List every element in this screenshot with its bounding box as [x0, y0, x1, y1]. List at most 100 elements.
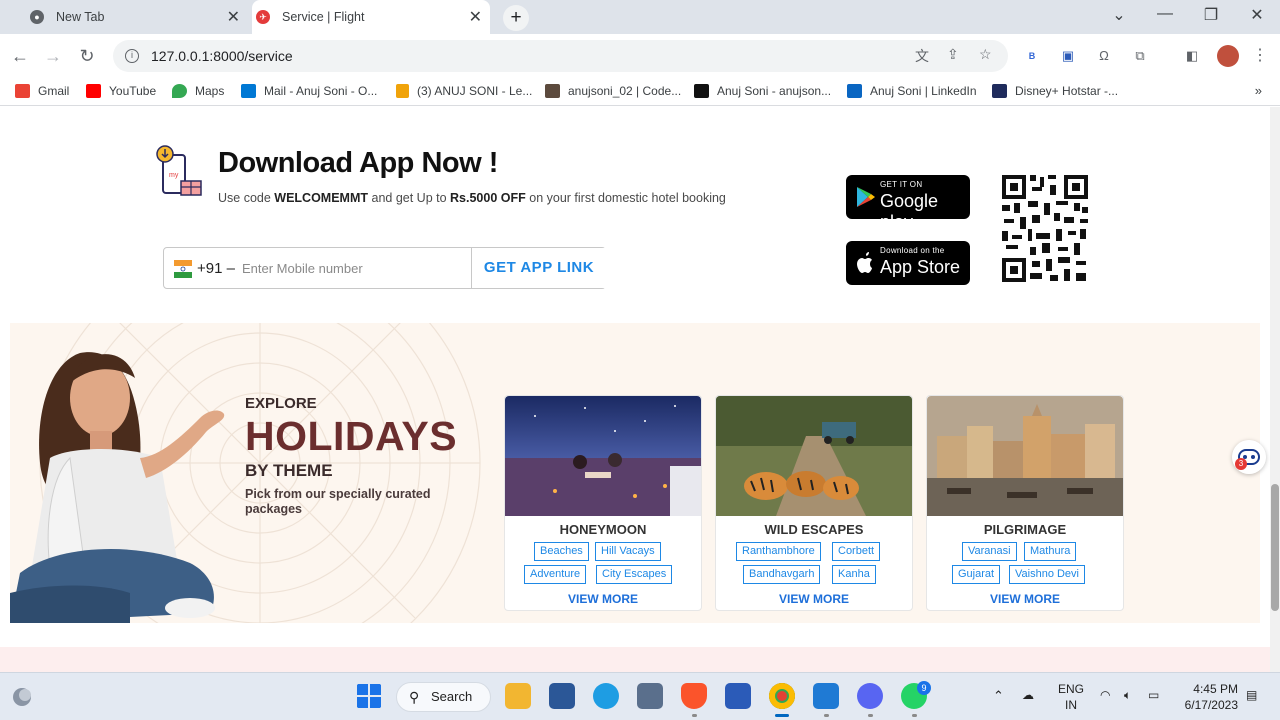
tag-chip[interactable]: Corbett	[832, 542, 881, 561]
promo-amount: Rs.5000 OFF	[450, 191, 526, 205]
weather-icon[interactable]	[10, 685, 34, 709]
extension-b-icon[interactable]: B	[1022, 46, 1042, 66]
tag-chip[interactable]: Adventure	[524, 565, 587, 584]
bookmark-codechef[interactable]: anujsoni_02 | Code...	[545, 84, 681, 98]
mobile-number-input[interactable]	[242, 254, 467, 282]
chevron-up-icon[interactable]: ⌃	[993, 688, 1004, 704]
extension-omega-icon[interactable]: Ω	[1094, 46, 1114, 66]
translate-icon[interactable]: 文	[915, 46, 929, 66]
tag-chip[interactable]: City Escapes	[596, 565, 673, 584]
store-icon[interactable]	[549, 683, 575, 709]
bookmark-linkedin[interactable]: Anuj Soni | LinkedIn	[847, 84, 977, 98]
active-app-indicator	[775, 714, 789, 717]
battery-icon[interactable]: ▭	[1148, 688, 1159, 702]
tag-chip[interactable]: Vaishno Devi	[1009, 565, 1085, 584]
holiday-card-honeymoon[interactable]: HONEYMOON Beaches Hill Vacays Adventure …	[504, 395, 702, 611]
bookmark-outlook[interactable]: Mail - Anuj Soni - O...	[241, 84, 377, 98]
new-tab-button[interactable]: +	[503, 5, 529, 31]
view-more-link[interactable]: VIEW MORE	[927, 592, 1123, 606]
maps-icon	[172, 84, 187, 98]
bookmark-hotstar[interactable]: Disney+ Hotstar -...	[992, 84, 1118, 98]
vscode-icon[interactable]	[813, 683, 839, 709]
woman-pointing-image	[10, 352, 225, 623]
puzzle-icon[interactable]: ⧉	[1130, 46, 1150, 66]
mail-icon[interactable]	[637, 683, 663, 709]
tag-chip[interactable]: Kanha	[832, 565, 876, 584]
bookmarks-overflow-icon[interactable]: »	[1255, 83, 1262, 98]
chat-notification-badge: 3	[1235, 458, 1247, 470]
bookmark-star-icon[interactable]: ☆	[979, 46, 992, 63]
tag-chip[interactable]: Ranthambhore	[736, 542, 821, 561]
google-play-button[interactable]: GET IT ON Google play	[846, 175, 970, 232]
chevron-down-icon[interactable]: ⌄	[1104, 5, 1134, 25]
restore-button[interactable]: ❐	[1196, 5, 1226, 25]
holidays-heading: HOLIDAYS	[245, 413, 458, 459]
bookmark-hackerrank[interactable]: Anuj Soni - anujson...	[694, 84, 831, 98]
avatar[interactable]	[1217, 45, 1239, 67]
onedrive-icon[interactable]: ☁	[1022, 688, 1034, 702]
site-info-icon[interactable]: i	[125, 49, 139, 63]
close-icon[interactable]: ✕	[227, 7, 240, 27]
speaker-icon[interactable]: 🔈︎	[1124, 688, 1131, 703]
tag-chip[interactable]: Varanasi	[962, 542, 1017, 561]
taskbar-search[interactable]: ⚲ Search	[396, 682, 491, 712]
bookmarks-bar: Gmail YouTube Maps Mail - Anuj Soni - O.…	[0, 78, 1280, 106]
edge-icon[interactable]	[593, 683, 619, 709]
close-icon[interactable]: ✕	[469, 7, 482, 27]
tab-service-flight[interactable]: ✈ Service | Flight ✕	[252, 0, 490, 34]
outlook-icon	[241, 84, 256, 98]
svg-text:my: my	[169, 172, 179, 179]
india-flag-icon	[174, 260, 192, 278]
extension-screens-icon[interactable]: ▣	[1058, 46, 1078, 66]
bookmark-gmail[interactable]: Gmail	[15, 84, 69, 98]
get-app-link-button[interactable]: GET APP LINK	[471, 248, 606, 288]
running-indicator	[868, 714, 873, 717]
menu-icon[interactable]: ⋮	[1250, 46, 1270, 66]
language-indicator[interactable]: ENG IN	[1056, 681, 1086, 713]
scrollbar-thumb[interactable]	[1271, 484, 1279, 611]
holiday-card-pilgrimage[interactable]: PILGRIMAGE Varanasi Mathura Gujarat Vais…	[926, 395, 1124, 611]
back-button[interactable]: ←	[8, 44, 32, 68]
side-panel-icon[interactable]: ◧	[1182, 46, 1202, 66]
word-icon[interactable]	[725, 683, 751, 709]
whatsapp-badge: 9	[917, 681, 931, 695]
pilgrimage-image	[927, 396, 1123, 516]
url-text: 127.0.0.1:8000/service	[151, 48, 293, 64]
bookmark-maps[interactable]: Maps	[172, 84, 224, 98]
tag-chip[interactable]: Gujarat	[952, 565, 1001, 584]
download-app-title: Download App Now !	[218, 147, 498, 179]
holiday-card-wild-escapes[interactable]: WILD ESCAPES Ranthambhore Corbett Bandha…	[715, 395, 913, 611]
hackerrank-icon	[694, 84, 709, 98]
app-store-button[interactable]: Download on the App Store	[846, 241, 970, 285]
discord-icon[interactable]	[857, 683, 883, 709]
mobile-number-form: +91 – GET APP LINK	[163, 247, 606, 289]
clock[interactable]: 4:45 PM 6/17/2023	[1180, 681, 1238, 713]
tag-chip[interactable]: Mathura	[1024, 542, 1077, 561]
view-more-link[interactable]: VIEW MORE	[716, 592, 912, 606]
tag-chip[interactable]: Bandhavgarh	[743, 565, 821, 584]
window-close-button[interactable]: ✕	[1242, 5, 1272, 25]
chrome-taskbar-icon[interactable]	[769, 683, 795, 709]
minimize-button[interactable]: —	[1150, 5, 1180, 23]
bookmark-youtube[interactable]: YouTube	[86, 84, 156, 98]
file-explorer-icon[interactable]	[505, 683, 531, 709]
wild-escapes-image	[716, 396, 912, 516]
country-code[interactable]: +91 –	[197, 260, 235, 277]
windows-start-icon[interactable]	[356, 683, 382, 709]
tab-strip: ● New Tab ✕ ✈ Service | Flight ✕ + ⌄ — ❐…	[0, 0, 1280, 34]
address-bar[interactable]: i 127.0.0.1:8000/service 文 ⇪ ☆	[113, 40, 1008, 72]
notification-icon[interactable]: ▤	[1246, 688, 1257, 702]
share-icon[interactable]: ⇪	[947, 46, 959, 63]
bookmark-leetcode[interactable]: (3) ANUJ SONI - Le...	[396, 84, 532, 98]
brave-icon[interactable]	[681, 683, 707, 709]
tab-new-tab[interactable]: ● New Tab ✕	[26, 0, 248, 34]
reload-button[interactable]: ↻	[75, 44, 99, 68]
tag-chip[interactable]: Hill Vacays	[595, 542, 661, 561]
qr-code-image	[1000, 173, 1090, 284]
wifi-icon[interactable]: ◠	[1100, 688, 1110, 702]
next-section-strip	[0, 647, 1270, 672]
tag-chip[interactable]: Beaches	[534, 542, 589, 561]
browser-toolbar: ← → ↻ i 127.0.0.1:8000/service 文 ⇪ ☆ B ▣…	[0, 34, 1280, 78]
forward-button[interactable]: →	[41, 44, 65, 68]
view-more-link[interactable]: VIEW MORE	[505, 592, 701, 606]
